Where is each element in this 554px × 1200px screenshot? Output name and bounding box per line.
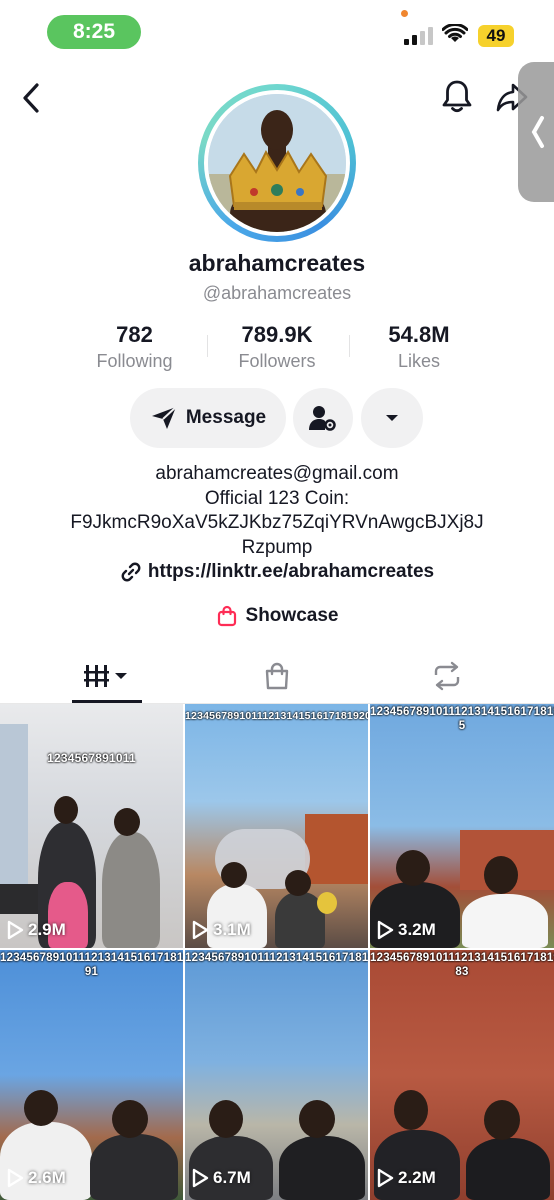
message-label: Message bbox=[185, 407, 267, 428]
more-options-dropdown[interactable] bbox=[361, 388, 423, 448]
view-count-text: 3.2M bbox=[398, 920, 436, 939]
view-count: 6.7M bbox=[191, 1168, 251, 1188]
link-text: https://linktr.ee/abrahamcreates bbox=[147, 561, 435, 582]
play-icon bbox=[377, 1168, 394, 1188]
stat-followers[interactable]: 789.9K Followers bbox=[226, 322, 328, 372]
showcase-label: Showcase bbox=[245, 605, 339, 626]
back-button[interactable] bbox=[18, 80, 46, 121]
video-tile[interactable]: 1234567891011121314151617181920212223242… bbox=[185, 950, 368, 1200]
video-overlay-text: 1234567891011121314151617181920212223242… bbox=[185, 710, 368, 722]
stat-divider bbox=[349, 335, 350, 357]
repost-icon bbox=[434, 661, 460, 691]
stat-likes[interactable]: 54.8M Likes bbox=[370, 322, 468, 372]
view-count-text: 3.1M bbox=[213, 920, 251, 939]
add-friend-settings-button[interactable] bbox=[293, 388, 353, 448]
bag-icon bbox=[265, 662, 289, 690]
video-tile[interactable]: 1234567891011121314151617181920212223242… bbox=[370, 950, 554, 1200]
bio-line: Rzpump bbox=[241, 536, 313, 558]
user-gear-icon bbox=[309, 406, 336, 431]
bio-line: F9JkmcR9oXaV5kZJKbz75ZqiYRVnAwgcBJXj8J bbox=[70, 512, 484, 533]
followers-label: Followers bbox=[238, 351, 316, 371]
send-icon bbox=[151, 406, 177, 429]
likes-count: 54.8M bbox=[388, 322, 450, 347]
link-icon bbox=[121, 562, 141, 582]
profile-avatar[interactable] bbox=[198, 84, 356, 242]
view-count: 2.2M bbox=[376, 1168, 436, 1188]
likes-label: Likes bbox=[397, 351, 441, 371]
message-button[interactable]: Message bbox=[130, 388, 286, 448]
view-count: 2.6M bbox=[6, 1168, 66, 1188]
caret-down-icon bbox=[386, 415, 398, 421]
cellular-signal-icon bbox=[404, 27, 433, 45]
view-count-text: 2.2M bbox=[398, 1168, 436, 1187]
side-panel-handle[interactable] bbox=[518, 62, 554, 202]
bio-line: Official 123 Coin: bbox=[204, 487, 350, 509]
view-count: 3.2M bbox=[376, 920, 436, 940]
tab-reposts[interactable] bbox=[410, 650, 484, 702]
showcase-link[interactable]: Showcase bbox=[0, 605, 554, 627]
bio-line: abrahamcreates@gmail.com bbox=[155, 463, 399, 484]
tab-shop[interactable] bbox=[240, 650, 314, 702]
battery-indicator: 49 bbox=[478, 25, 514, 47]
grid-videos-icon bbox=[84, 665, 127, 687]
play-icon bbox=[377, 920, 394, 940]
video-grid: 1234567891011 2.9M 123456789101112131415… bbox=[0, 704, 554, 1200]
profile-handle: @abrahamcreates bbox=[202, 283, 352, 303]
view-count: 3.1M bbox=[191, 920, 251, 940]
stat-following[interactable]: 782 Following bbox=[87, 322, 182, 372]
profile-tabs bbox=[0, 650, 554, 704]
play-icon bbox=[192, 1168, 209, 1188]
tab-videos[interactable] bbox=[72, 650, 142, 702]
play-icon bbox=[7, 920, 24, 940]
view-count-text: 6.7M bbox=[213, 1168, 251, 1187]
video-overlay-text: 1234567891011121314151617181920212223242… bbox=[370, 952, 554, 978]
play-icon bbox=[7, 1168, 24, 1188]
stat-divider bbox=[207, 335, 208, 357]
wifi-icon bbox=[441, 23, 469, 49]
video-overlay-text: 1234567891011121314151617181920212223242… bbox=[185, 952, 368, 964]
video-tile[interactable]: 1234567891011 2.9M bbox=[0, 704, 183, 948]
view-count: 2.9M bbox=[6, 920, 66, 940]
video-overlay-text: 1234567891011121314151617181920212223242… bbox=[370, 706, 554, 732]
video-overlay-text: 1234567891011121314151617181920212223242… bbox=[0, 952, 183, 978]
status-time: 8:25 bbox=[47, 15, 141, 49]
video-tile[interactable]: 1234567891011121314151617181920212223242… bbox=[370, 704, 554, 948]
profile-link[interactable]: https://linktr.ee/abrahamcreates bbox=[0, 561, 554, 583]
profile-username: abrahamcreates bbox=[188, 250, 366, 276]
view-count-text: 2.9M bbox=[28, 920, 66, 939]
video-overlay-text: 1234567891011 bbox=[47, 751, 136, 765]
bell-icon[interactable] bbox=[440, 78, 474, 119]
play-icon bbox=[192, 920, 209, 940]
privacy-indicator-dot bbox=[401, 10, 408, 17]
profile-bio: abrahamcreates@gmail.com Official 123 Co… bbox=[0, 462, 554, 560]
followers-count: 789.9K bbox=[241, 322, 313, 347]
video-tile[interactable]: 1234567891011121314151617181920212223242… bbox=[185, 704, 368, 948]
following-count: 782 bbox=[116, 322, 153, 347]
following-label: Following bbox=[96, 351, 173, 371]
view-count-text: 2.6M bbox=[28, 1168, 66, 1187]
avatar-image bbox=[208, 94, 346, 232]
shopping-bag-icon bbox=[217, 605, 236, 627]
video-tile[interactable]: 1234567891011121314151617181920212223242… bbox=[0, 950, 183, 1200]
